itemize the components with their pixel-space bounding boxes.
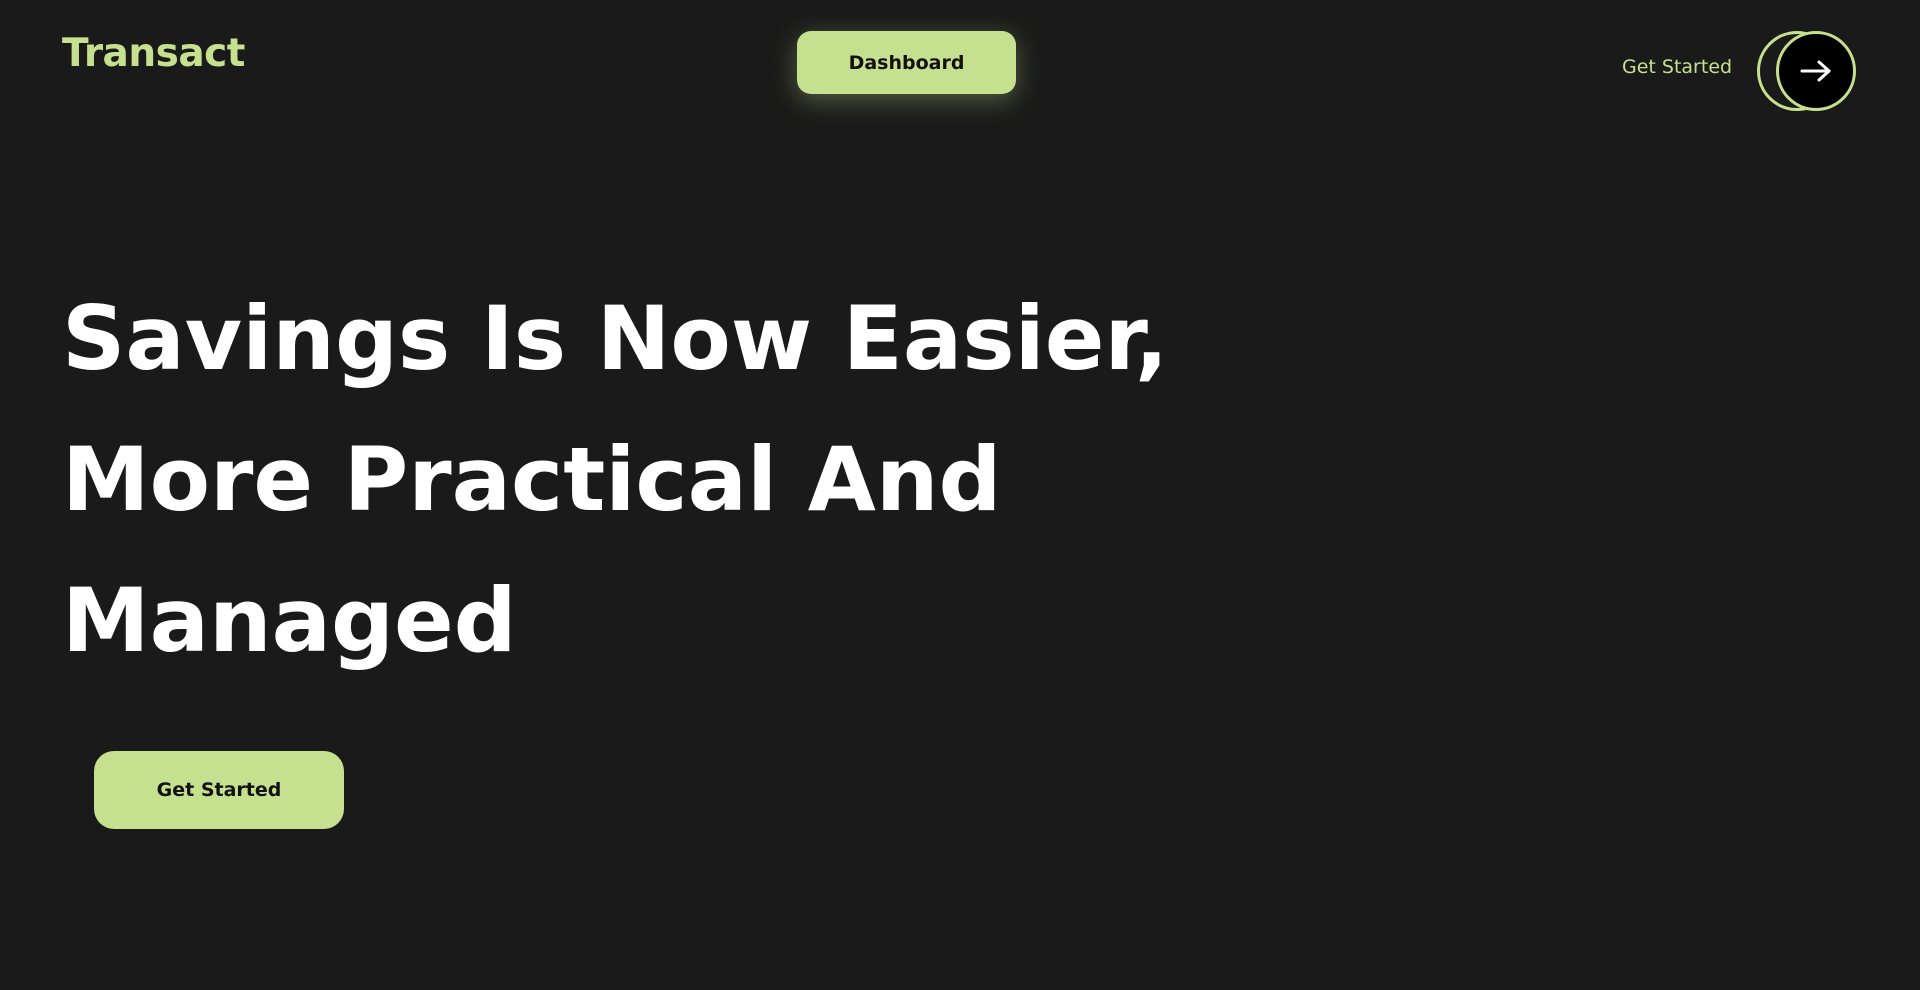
dashboard-button[interactable]: Dashboard (797, 31, 1016, 94)
hero-title-line: Managed (62, 569, 517, 672)
hero-title-line: More Practical And (62, 428, 1002, 531)
arrow-right-icon (1800, 60, 1831, 82)
nav-get-started-link[interactable]: Get Started (1622, 55, 1732, 79)
hero-title-line: Savings Is Now Easier, (62, 287, 1169, 390)
arrow-circle-button[interactable] (1776, 31, 1856, 111)
logo[interactable]: Transact (62, 34, 245, 73)
hero-title: Savings Is Now Easier, More Practical An… (62, 268, 1168, 691)
get-started-button[interactable]: Get Started (94, 751, 344, 829)
